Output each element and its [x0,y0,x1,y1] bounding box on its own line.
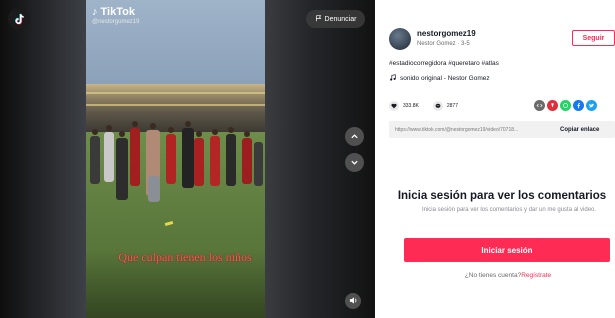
next-video-button[interactable] [345,153,364,172]
head [92,129,98,135]
person [116,138,128,200]
chevron-up-icon [350,128,359,146]
person [90,136,100,184]
author-subinfo: Nestor Gomez · 3-5 [417,41,470,47]
volume-button[interactable] [345,293,361,309]
head [244,131,250,137]
person [130,128,140,186]
share-link-field[interactable]: https://www.tiktok.com/@nestorgomez19/vi… [389,127,554,133]
person [226,134,236,186]
login-button[interactable]: Iniciar sesión [404,238,610,262]
video-stats: 333.8K 2877 [389,101,458,111]
login-title: Inicia sesión para ver los comentarios [397,190,607,202]
head [196,131,202,137]
head [168,127,174,133]
person [104,132,114,182]
share-link-box: https://www.tiktok.com/@nestorgomez19/vi… [389,121,615,138]
sound-link[interactable]: sonido original - Nestor Gomez [389,74,490,83]
sound-label: sonido original - Nestor Gomez [400,75,490,82]
person [242,138,252,184]
head [150,123,156,129]
tiktok-logo-icon[interactable] [8,8,30,30]
comments-count: 2877 [446,103,458,109]
author-username[interactable]: nestorgomez19 [417,29,476,38]
person [210,136,220,186]
comment-icon[interactable] [432,101,443,111]
likes-count: 333.8K [403,103,419,109]
person [194,138,204,186]
signup-prompt: ¿No tienes cuenta?Regístrate [375,272,615,279]
register-link[interactable]: Regístrate [521,272,551,279]
video-player[interactable]: ♪ TikTok @nestorgomez19 Que culpan tiene… [0,0,375,318]
head [228,127,234,133]
volume-icon [349,292,358,310]
video-caption: Que culpan tienen los niños [118,250,252,264]
hashtags[interactable]: #estadiocorregidora #queretaro #atlas [389,60,499,67]
copy-link-button[interactable]: Copiar enlace [560,127,599,133]
video-frame [86,0,265,318]
whatsapp-icon[interactable] [560,100,571,111]
music-note-icon [389,74,396,83]
follow-button[interactable]: Seguir [572,30,615,46]
stand-row [86,104,265,106]
head [119,131,125,137]
crowd [86,118,265,218]
head [185,121,191,127]
flag-icon [315,14,322,24]
embed-icon[interactable] [534,100,545,111]
person [166,134,176,184]
facebook-icon[interactable] [573,100,584,111]
twitter-icon[interactable] [586,100,597,111]
avatar[interactable] [389,28,411,50]
person [148,176,160,202]
tiktok-note-icon: ♪ [92,6,98,18]
chevron-down-icon [350,154,359,172]
pinterest-icon[interactable] [547,100,558,111]
video-watermark: ♪ TikTok @nestorgomez19 [92,6,139,25]
report-label: Denunciar [324,15,357,23]
head [106,125,112,131]
login-subtitle: Inicia sesión para ver los comentarios y… [421,207,597,213]
heart-icon[interactable] [389,101,399,111]
person [254,142,263,186]
head [212,129,218,135]
stand-row [86,92,265,94]
video-blur-left [0,0,86,318]
person [182,128,194,188]
no-account-text: ¿No tienes cuenta? [464,272,522,279]
head [132,121,138,127]
report-button[interactable]: Denunciar [306,10,365,28]
share-icons [534,100,597,111]
brand-handle: @nestorgomez19 [92,19,140,25]
tiktok-video-page: ♪ TikTok @nestorgomez19 Que culpan tiene… [0,0,615,318]
brand-name: TikTok [100,6,135,18]
previous-video-button[interactable] [345,127,364,146]
details-panel: nestorgomez19 Nestor Gomez · 3-5 Seguir … [375,0,615,318]
